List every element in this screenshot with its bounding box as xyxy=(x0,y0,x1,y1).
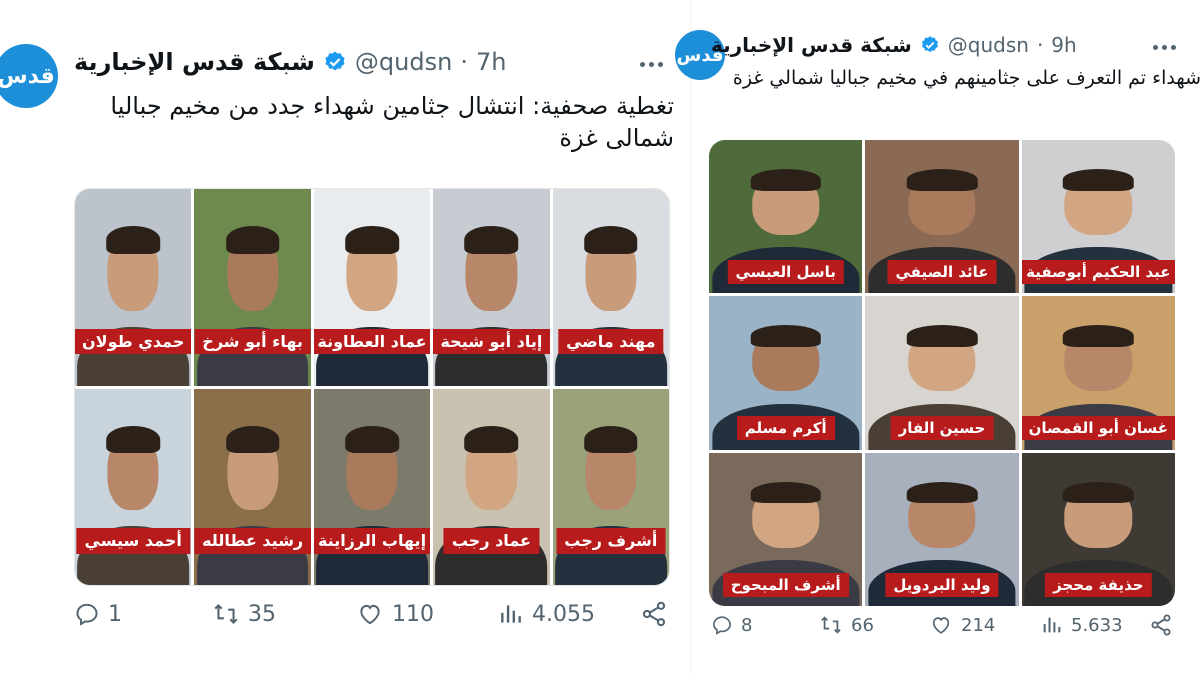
share-button[interactable] xyxy=(640,600,668,628)
verified-badge-icon xyxy=(920,35,940,55)
media-photo[interactable]: أشرف رجب xyxy=(552,388,669,585)
media-photo[interactable]: عائد الصيفي xyxy=(865,140,1019,294)
photo-caption: عائد الصيفي xyxy=(887,260,997,285)
photo-caption: حذيفة محجز xyxy=(1045,572,1152,597)
like-count: 214 xyxy=(961,614,996,636)
reply-count: 8 xyxy=(741,614,753,636)
photo-caption: عماد العطاونة xyxy=(313,328,431,355)
author-handle[interactable]: @qudsn xyxy=(355,48,452,76)
like-button[interactable]: 214 xyxy=(929,614,995,636)
media-photo[interactable]: إيهاب الرزاينة xyxy=(313,388,431,585)
reply-icon xyxy=(74,601,100,627)
views-button[interactable]: 4.055 xyxy=(498,601,595,627)
photo-caption: حسين الفار xyxy=(890,416,994,441)
photo-caption: رشيد عطالله xyxy=(194,528,311,554)
media-photo[interactable]: أحمد سيسي xyxy=(75,388,192,585)
views-count: 4.055 xyxy=(532,601,595,627)
media-photo[interactable]: عماد رجب xyxy=(433,388,550,585)
retweet-icon xyxy=(819,614,843,636)
media-photo[interactable]: وليد البردويل xyxy=(865,452,1019,606)
retweet-count: 35 xyxy=(248,601,276,627)
media-photo[interactable]: حمدي طولان xyxy=(75,189,192,386)
media-photo[interactable]: أشرف المبحوح xyxy=(709,452,863,606)
separator: · xyxy=(460,48,468,76)
photo-caption: عبد الحكيم أبوصفية xyxy=(1021,260,1175,285)
media-photo[interactable]: مهند ماضي xyxy=(552,189,669,386)
more-icon[interactable] xyxy=(640,62,663,67)
like-icon xyxy=(356,601,384,627)
media-photo[interactable]: باسل العبسي xyxy=(709,140,863,294)
media-grid[interactable]: عبد الحكيم أبوصفية عائد الصيفي باسل العب… xyxy=(709,140,1175,606)
photo-caption: حمدي طولان xyxy=(75,328,192,355)
author-name[interactable]: شبكة قدس الإخبارية xyxy=(711,33,912,57)
media-photo[interactable]: عماد العطاونة xyxy=(313,189,431,386)
tweet-text: تغطية صحفية: انتشال جثامين شهداء جدد من … xyxy=(110,92,674,153)
separator: · xyxy=(1036,33,1044,57)
photo-caption: إيهاب الرزاينة xyxy=(313,528,431,554)
more-icon[interactable] xyxy=(1153,45,1176,50)
share-icon xyxy=(1149,613,1173,637)
views-icon xyxy=(1041,614,1063,636)
media-photo[interactable]: عبد الحكيم أبوصفية xyxy=(1021,140,1175,294)
author-name[interactable]: شبكة قدس الإخبارية xyxy=(74,48,315,76)
media-grid[interactable]: مهند ماضي إياد أبو شيحة عماد العطاونة به… xyxy=(74,188,670,586)
photo-caption: وليد البردويل xyxy=(885,572,999,597)
views-count: 5.633 xyxy=(1071,614,1123,636)
photo-caption: أشرف رجب xyxy=(556,528,666,554)
media-photo[interactable]: رشيد عطالله xyxy=(194,388,311,585)
avatar-text: قدس xyxy=(0,63,55,89)
like-count: 110 xyxy=(392,601,434,627)
share-icon xyxy=(640,600,668,628)
photo-caption: أشرف المبحوح xyxy=(722,572,849,597)
tweet-header: شبكة قدس الإخبارية @qudsn · 7h xyxy=(74,48,506,76)
photo-caption: مهند ماضي xyxy=(558,328,664,355)
tweet-right[interactable]: قدس شبكة قدس الإخبارية @qudsn · 9h شهداء… xyxy=(675,0,1200,675)
tweet-text: شهداء تم التعرف على جثامينهم في مخيم جبا… xyxy=(732,67,1200,89)
like-icon xyxy=(929,614,953,636)
photo-caption: باسل العبسي xyxy=(727,260,844,285)
reply-icon xyxy=(711,614,733,636)
share-button[interactable] xyxy=(1149,613,1173,637)
media-photo[interactable]: بهاء أبو شرخ xyxy=(194,189,311,386)
retweet-button[interactable]: 35 xyxy=(212,601,276,627)
avatar[interactable]: قدس xyxy=(0,44,58,108)
verified-badge-icon xyxy=(323,50,347,74)
photo-caption: بهاء أبو شرخ xyxy=(194,328,311,355)
like-button[interactable]: 110 xyxy=(356,601,434,627)
media-photo[interactable]: حسين الفار xyxy=(865,296,1019,450)
photo-caption: عماد رجب xyxy=(443,528,539,554)
reply-button[interactable]: 1 xyxy=(74,601,122,627)
photo-caption: أكرم مسلم xyxy=(736,416,835,441)
photo-caption: أحمد سيسي xyxy=(76,528,190,554)
reply-count: 1 xyxy=(108,601,122,627)
views-button[interactable]: 5.633 xyxy=(1041,614,1123,636)
photo-caption: غسان أبو القمصان xyxy=(1021,416,1175,441)
views-icon xyxy=(498,601,524,627)
retweet-count: 66 xyxy=(851,614,874,636)
photo-caption: إياد أبو شيحة xyxy=(433,328,550,355)
retweet-icon xyxy=(212,601,240,627)
tweet-left[interactable]: قدس شبكة قدس الإخبارية @qudsn · 7h تغطية… xyxy=(0,0,690,675)
tweet-header: شبكة قدس الإخبارية @qudsn · 9h xyxy=(711,33,1077,57)
media-photo[interactable]: إياد أبو شيحة xyxy=(433,189,550,386)
media-photo[interactable]: غسان أبو القمصان xyxy=(1021,296,1175,450)
timestamp[interactable]: 9h xyxy=(1051,33,1076,57)
timestamp[interactable]: 7h xyxy=(476,48,506,76)
media-photo[interactable]: أكرم مسلم xyxy=(709,296,863,450)
reply-button[interactable]: 8 xyxy=(711,614,752,636)
author-handle[interactable]: @qudsn xyxy=(948,33,1029,57)
retweet-button[interactable]: 66 xyxy=(819,614,874,636)
media-photo[interactable]: حذيفة محجز xyxy=(1021,452,1175,606)
